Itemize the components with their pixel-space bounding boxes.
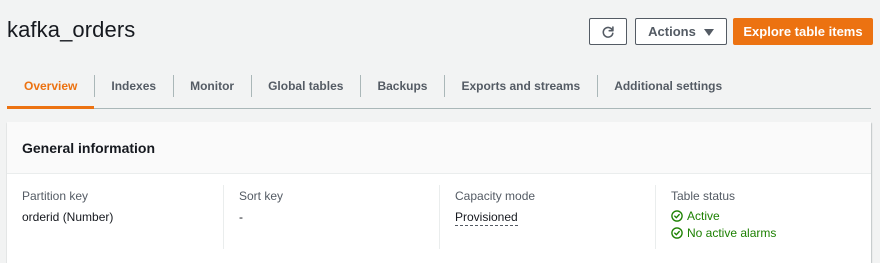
- check-circle-icon: [671, 227, 683, 239]
- panel-title: General information: [22, 139, 156, 156]
- table-status-label: Table status: [671, 189, 736, 203]
- explore-table-items-button[interactable]: Explore table items: [733, 18, 873, 45]
- check-circle-icon: [671, 210, 683, 222]
- refresh-button[interactable]: [589, 18, 627, 45]
- status-active: Active: [671, 209, 871, 223]
- info-columns: Partition key orderid (Number) Sort key …: [7, 174, 871, 249]
- partition-key-label: Partition key: [22, 189, 89, 203]
- capacity-mode-label: Capacity mode: [455, 189, 536, 203]
- sort-key-field: Sort key -: [223, 185, 439, 249]
- sort-key-value: -: [239, 210, 243, 224]
- capacity-mode-field: Capacity mode Provisioned: [439, 185, 655, 249]
- page-title: kafka_orders: [7, 17, 136, 42]
- actions-dropdown-button[interactable]: Actions: [635, 18, 727, 45]
- capacity-mode-value-wrap: Provisioned: [455, 210, 655, 226]
- status-alarms: No active alarms: [671, 226, 871, 240]
- actions-label: Actions: [648, 24, 696, 39]
- panel-header: General information: [7, 122, 871, 174]
- partition-key-field: Partition key orderid (Number): [7, 185, 223, 249]
- partition-key-value: orderid (Number): [22, 210, 114, 224]
- tab-global-tables[interactable]: Global tables: [251, 64, 360, 108]
- general-information-panel: General information Partition key orderi…: [7, 122, 871, 263]
- tab-bar: Overview Indexes Monitor Global tables B…: [7, 64, 871, 109]
- tab-indexes[interactable]: Indexes: [94, 64, 173, 108]
- tab-exports-and-streams[interactable]: Exports and streams: [444, 64, 597, 108]
- tab-backups[interactable]: Backups: [360, 64, 444, 108]
- tab-additional-settings[interactable]: Additional settings: [597, 64, 739, 108]
- caret-down-icon: [703, 28, 714, 36]
- capacity-mode-link[interactable]: Provisioned: [455, 210, 518, 226]
- refresh-icon: [602, 25, 614, 38]
- page-header: kafka_orders Actions Explore table items: [0, 0, 880, 62]
- status-active-text: Active: [687, 209, 720, 223]
- tab-monitor[interactable]: Monitor: [173, 64, 251, 108]
- tab-overview[interactable]: Overview: [7, 64, 95, 109]
- table-status-field: Table status Active No active alarms: [655, 185, 871, 249]
- status-alarms-text: No active alarms: [687, 226, 777, 240]
- sort-key-label: Sort key: [239, 189, 284, 203]
